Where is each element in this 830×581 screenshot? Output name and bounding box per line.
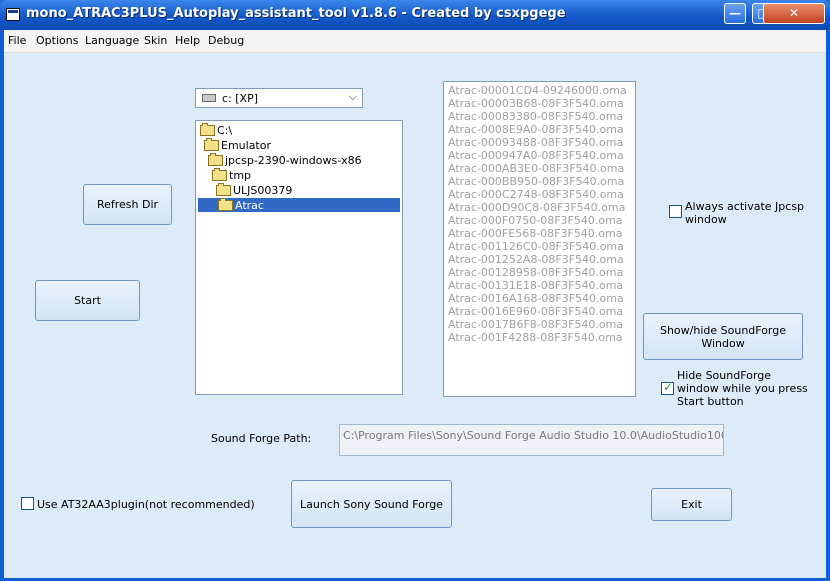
hide-soundforge-label-1: Hide SoundForge bbox=[677, 369, 771, 382]
menu-bar: File Options Language Skin Help Debug bbox=[4, 30, 826, 53]
show-hide-soundforge-button[interactable]: Show/hide SoundForge Window bbox=[643, 313, 803, 360]
title-bar[interactable]: mono_ATRAC3PLUS_Autoplay_assistant_tool … bbox=[0, 0, 830, 30]
folder-open-icon bbox=[200, 122, 215, 136]
list-item[interactable]: Atrac-000C2748-08F3F540.oma bbox=[448, 188, 624, 201]
tree-item-label: jpcsp-2390-windows-x86 bbox=[225, 153, 362, 167]
tree-item-uljs00379[interactable]: ULJS00379 bbox=[216, 182, 293, 197]
menu-debug[interactable]: Debug bbox=[208, 34, 244, 47]
always-activate-jpcsp-label-1: Always activate Jpcsp bbox=[685, 200, 805, 213]
tree-item-c-drive[interactable]: C:\ bbox=[200, 122, 233, 137]
list-item[interactable]: Atrac-00001CD4-09246000.oma bbox=[448, 84, 627, 97]
list-item[interactable]: Atrac-001252A8-08F3F540.oma bbox=[448, 253, 624, 266]
folder-open-icon bbox=[216, 182, 231, 196]
tree-item-atrac[interactable]: Atrac bbox=[198, 197, 400, 212]
sound-forge-path-label: Sound Forge Path: bbox=[211, 432, 312, 445]
always-activate-jpcsp-label-2: window bbox=[685, 213, 727, 226]
list-item[interactable]: Atrac-00131E18-08F3F540.oma bbox=[448, 279, 623, 292]
list-item[interactable]: Atrac-001F4288-08F3F540.oma bbox=[448, 331, 623, 344]
tree-item-label: tmp bbox=[229, 168, 252, 182]
list-item[interactable]: Atrac-00083380-08F3F540.oma bbox=[448, 110, 623, 123]
list-item[interactable]: Atrac-0016A168-08F3F540.oma bbox=[448, 292, 624, 305]
hide-soundforge-label-2: window while you press bbox=[677, 382, 808, 395]
use-at32aa3plugin-label: Use AT32AA3plugin(not recommended) bbox=[37, 498, 255, 511]
chevron-down-icon[interactable]: ⌵ bbox=[349, 90, 357, 104]
hide-soundforge-checkbox[interactable] bbox=[661, 380, 674, 395]
list-item[interactable]: Atrac-0017B6F8-08F3F540.oma bbox=[448, 318, 623, 331]
menu-file[interactable]: File bbox=[8, 34, 26, 47]
window-border-right bbox=[826, 30, 830, 581]
list-item[interactable]: Atrac-000BB950-08F3F540.oma bbox=[448, 175, 624, 188]
launch-sound-forge-button[interactable]: Launch Sony Sound Forge bbox=[291, 480, 452, 528]
list-item[interactable]: Atrac-00128958-08F3F540.oma bbox=[448, 266, 623, 279]
tree-item-jpcsp[interactable]: jpcsp-2390-windows-x86 bbox=[208, 152, 362, 167]
tree-item-label: Atrac bbox=[235, 198, 264, 212]
sound-forge-path-field[interactable]: C:\Program Files\Sony\Sound Forge Audio … bbox=[339, 424, 724, 456]
list-item[interactable]: Atrac-001126C0-08F3F540.oma bbox=[448, 240, 624, 253]
exit-button[interactable]: Exit bbox=[651, 488, 732, 521]
hide-soundforge-label-3: Start button bbox=[677, 395, 744, 408]
menu-language[interactable]: Language bbox=[85, 34, 139, 47]
list-item[interactable]: Atrac-00003B68-08F3F540.oma bbox=[448, 97, 624, 110]
app-window: mono_ATRAC3PLUS_Autoplay_assistant_tool … bbox=[0, 0, 830, 581]
minimize-button[interactable]: — bbox=[724, 3, 746, 24]
folder-open-icon bbox=[208, 152, 223, 166]
list-item[interactable]: Atrac-000AB3E0-08F3F540.oma bbox=[448, 162, 624, 175]
file-list[interactable]: Atrac-00001CD4-09246000.oma Atrac-00003B… bbox=[443, 81, 636, 397]
tree-item-label: C:\ bbox=[217, 123, 233, 137]
list-item[interactable]: Atrac-000D90C8-08F3F540.oma bbox=[448, 201, 625, 214]
drive-icon bbox=[202, 94, 216, 102]
refresh-dir-button[interactable]: Refresh Dir bbox=[83, 184, 172, 225]
tree-item-label: Emulator bbox=[221, 138, 271, 152]
menu-options[interactable]: Options bbox=[36, 34, 78, 47]
folder-open-icon bbox=[218, 197, 233, 211]
list-item[interactable]: Atrac-0008E9A0-08F3F540.oma bbox=[448, 123, 624, 136]
client-area: File Options Language Skin Help Debug Re… bbox=[4, 30, 826, 578]
start-button[interactable]: Start bbox=[35, 280, 140, 321]
tree-item-emulator[interactable]: Emulator bbox=[204, 137, 271, 152]
folder-tree[interactable]: C:\ Emulator jpcsp-2390-windows-x86 tmp … bbox=[195, 120, 403, 395]
folder-open-icon bbox=[204, 137, 219, 151]
drive-select-value: c: [XP] bbox=[222, 92, 259, 105]
always-activate-jpcsp-checkbox[interactable] bbox=[669, 205, 682, 218]
menu-help[interactable]: Help bbox=[175, 34, 200, 47]
menu-skin[interactable]: Skin bbox=[144, 34, 167, 47]
list-item[interactable]: Atrac-00093488-08F3F540.oma bbox=[448, 136, 623, 149]
tree-item-label: ULJS00379 bbox=[233, 183, 293, 197]
tree-item-tmp[interactable]: tmp bbox=[212, 167, 252, 182]
drive-select[interactable]: c: [XP] ⌵ bbox=[195, 88, 363, 108]
use-at32aa3plugin-checkbox[interactable] bbox=[21, 497, 34, 510]
close-button[interactable]: ✕ bbox=[763, 3, 825, 24]
list-item[interactable]: Atrac-000947A0-08F3F540.oma bbox=[448, 149, 624, 162]
list-item[interactable]: Atrac-000FE568-08F3F540.oma bbox=[448, 227, 623, 240]
app-icon bbox=[6, 8, 20, 21]
folder-open-icon bbox=[212, 167, 227, 181]
list-item[interactable]: Atrac-0016E960-08F3F540.oma bbox=[448, 305, 623, 318]
window-title: mono_ATRAC3PLUS_Autoplay_assistant_tool … bbox=[26, 6, 566, 21]
list-item[interactable]: Atrac-000F0750-08F3F540.oma bbox=[448, 214, 623, 227]
